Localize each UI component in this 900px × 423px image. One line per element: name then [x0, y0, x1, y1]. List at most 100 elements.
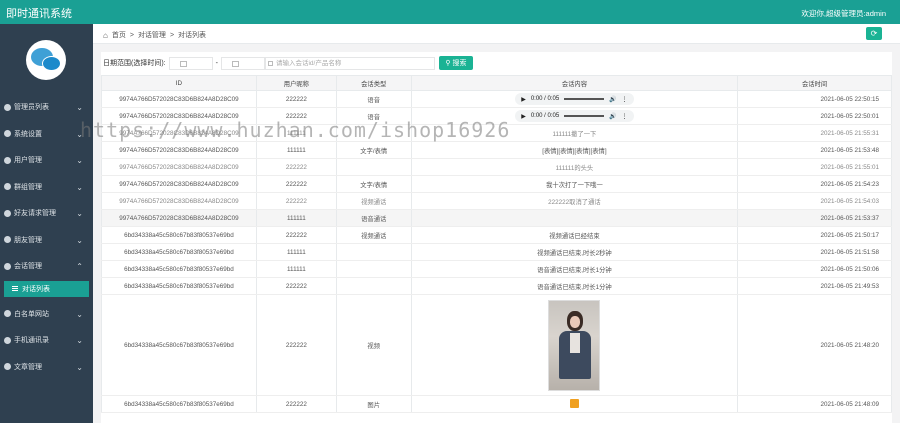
col-header-time[interactable]: 会话时间 [737, 75, 892, 91]
sidebar-item-label: 会话管理 [14, 263, 42, 271]
table-row[interactable]: 6bd34338a45c580c67b83f80537e69bd 222222 图片… [101, 395, 892, 413]
chevron-down-icon: ⌄ [76, 362, 83, 372]
col-header-type[interactable]: 会话类型 [335, 75, 412, 91]
cell-content-wrap: 111111的头头 [410, 158, 739, 176]
table-row[interactable]: 6bd34338a45c580c67b83f80537e69bd 222222 语音… [101, 277, 892, 295]
col-header-id[interactable]: ID [101, 75, 257, 91]
cell-type: 视频 [335, 294, 412, 396]
table-row[interactable]: 6bd34338a45c580c67b83f80537e69bd 222222 视频… [101, 226, 892, 244]
video-thumbnail[interactable] [548, 299, 601, 391]
chevron-down-icon: ⌄ [76, 103, 83, 112]
sidebar-item-articles[interactable]: 文章管理 ⌄ [0, 354, 93, 381]
sidebar-item-whitelist-sites[interactable]: 白名单网站 ⌄ [0, 301, 93, 328]
cell-content: [表情][表情][表情][表情] [542, 147, 607, 155]
table-row[interactable]: 9974A766D572028C83D6B824A8D28C09 111111 文字… [101, 141, 892, 159]
audio-progress[interactable] [564, 115, 605, 117]
sidebar-item-friend-requests[interactable]: 好友请求管理 ⌄ [0, 200, 93, 227]
volume-icon[interactable]: 🔊 [609, 96, 616, 103]
table-row[interactable]: 6bd34338a45c580c67b83f80537e69bd 111111 视频… [101, 243, 892, 261]
sidebar-item-group-management[interactable]: 群组管理 ⌄ [0, 174, 93, 201]
sidebar-menu: 管理员列表 ⌄ 系统设置 ⌄ 用户管理 ⌄ 群组管理 ⌄ 好友请求管理 ⌄ 朋友管理 ⌄ 会… [0, 94, 93, 380]
cell-type [335, 158, 412, 176]
table-row[interactable]: 9974A766D572028C83D6B824A8D28C09 222222 视频… [101, 192, 892, 210]
more-options-icon[interactable]: ⋮ [622, 96, 628, 103]
cell-time: 2021-06-05 22:50:01 [737, 107, 892, 125]
table-row[interactable]: 6bd34338a45c580c67b83f80537e69bd 111111 语音… [101, 260, 892, 278]
list-icon [4, 209, 11, 217]
top-bar: 即时通讯系统 欢迎你,超级管理员:admin [0, 0, 900, 24]
audio-player[interactable]: ▶ 0:00 / 0:05 🔊 ⋮ [515, 93, 634, 105]
cell-content: 语音通话已结束,时长1分钟 [537, 283, 612, 291]
breadcrumb-home[interactable]: 首页 [112, 30, 126, 40]
cell-id: 9974A766D572028C83D6B824A8D28C09 [101, 141, 257, 159]
cell-content-wrap: [表情][表情][表情][表情] [410, 141, 739, 159]
breadcrumb-bar: ⌂ 首页 > 对话管理 > 对话列表 ⟳ [93, 24, 900, 44]
cell-nickname: 111111 [255, 260, 337, 278]
cell-id: 9974A766D572028C83D6B824A8D28C09 [101, 107, 257, 125]
table-row[interactable]: 6bd34338a45c580c67b83f80537e69bd 222222 视频… [101, 294, 892, 396]
table-row[interactable]: 9974A766D572028C83D6B824A8D28C09 222222 11… [101, 158, 892, 176]
welcome-text[interactable]: 欢迎你,超级管理员:admin [801, 8, 886, 19]
cell-id: 9974A766D572028C83D6B824A8D28C09 [101, 175, 257, 193]
cell-id: 6bd34338a45c580c67b83f80537e69bd [101, 277, 257, 295]
cell-id: 6bd34338a45c580c67b83f80537e69bd [101, 395, 257, 413]
search-button[interactable]: ⚲ 搜索 [438, 56, 473, 70]
volume-icon[interactable]: 🔊 [609, 113, 616, 120]
more-options-icon[interactable]: ⋮ [622, 113, 628, 120]
table-row[interactable]: 9974A766D572028C83D6B824A8D28C09 222222 语音… [101, 90, 892, 108]
play-icon[interactable]: ▶ [521, 113, 526, 120]
cell-id: 6bd34338a45c580c67b83f80537e69bd [101, 294, 257, 396]
col-header-nickname[interactable]: 用户昵称 [255, 75, 337, 91]
sidebar-item-user-management[interactable]: 用户管理 ⌄ [0, 147, 93, 174]
cell-content-wrap: 视频通话已经结束 [410, 226, 739, 244]
chevron-up-icon: ⌃ [76, 262, 83, 271]
breadcrumb-level1[interactable]: 对话管理 [138, 30, 166, 40]
table-row[interactable]: 9974A766D572028C83D6B824A8D28C09 222222 语音… [101, 107, 892, 125]
cell-content-wrap [410, 294, 739, 396]
refresh-button[interactable]: ⟳ [866, 27, 882, 40]
cell-type: 视频通话 [335, 226, 412, 244]
table-row[interactable]: 9974A766D572028C83D6B824A8D28C09 111111 11… [101, 124, 892, 142]
audio-progress[interactable] [564, 98, 605, 100]
sidebar-item-admin-list[interactable]: 管理员列表 ⌄ [0, 94, 93, 121]
cell-content: 视频通话已经结束 [549, 232, 600, 240]
cell-time: 2021-06-05 22:50:15 [737, 90, 892, 108]
start-date-input[interactable] [168, 56, 213, 70]
cell-time: 2021-06-05 21:51:58 [737, 243, 892, 261]
breadcrumb-level2: 对话列表 [178, 32, 207, 39]
main-content: 日期范围(选择时间): - 请输入会话id/产品名称 ⚲ 搜索 ID 用户昵称 会… [93, 44, 900, 423]
cell-nickname: 222222 [255, 90, 337, 108]
audio-player[interactable]: ▶ 0:00 / 0:05 🔊 ⋮ [515, 110, 634, 122]
keyword-placeholder: 请输入会话id/产品名称 [275, 59, 342, 67]
cell-type [335, 124, 412, 142]
cell-type: 视频通话 [335, 192, 412, 210]
keyword-search-input[interactable]: 请输入会话id/产品名称 [264, 56, 435, 70]
cell-content-wrap: 视频通话已结束,时长2秒钟 [410, 243, 739, 261]
table-row[interactable]: 9974A766D572028C83D6B824A8D28C09 222222 文字… [101, 175, 892, 193]
cell-content-wrap: 语音通话已结束,时长1分钟 [410, 277, 739, 295]
table-header-row: ID 用户昵称 会话类型 会话内容 会话时间 [101, 75, 892, 91]
col-header-content[interactable]: 会话内容 [410, 75, 739, 91]
sidebar-item-contacts[interactable]: 手机通讯录 ⌄ [0, 327, 93, 354]
sidebar-item-system-settings[interactable]: 系统设置 ⌄ [0, 121, 93, 148]
table-row[interactable]: 9974A766D572028C83D6B824A8D28C09 111111 语音… [101, 209, 892, 227]
play-icon[interactable]: ▶ [521, 96, 526, 103]
conversation-table: ID 用户昵称 会话类型 会话内容 会话时间 9974A766D572028C8… [101, 75, 892, 413]
sidebar-item-friends[interactable]: 朋友管理 ⌄ [0, 227, 93, 254]
search-button-label: 搜索 [452, 60, 467, 67]
sidebar-item-session-management[interactable]: 会话管理 ⌃ [0, 253, 93, 280]
cell-time: 2021-06-05 21:48:20 [737, 294, 892, 396]
end-date-input[interactable] [220, 56, 265, 70]
sidebar-subitem-conversation-list[interactable]: 对话列表 [4, 280, 89, 297]
calendar-icon [231, 60, 239, 67]
date-range-label: 日期范围(选择时间): [103, 60, 166, 67]
image-icon[interactable] [569, 398, 579, 408]
cell-content: 111111撤了一下 [552, 130, 597, 138]
cell-content: 222222取消了通话 [548, 198, 601, 206]
cell-content-wrap: 222222取消了通话 [410, 192, 739, 210]
cell-id: 9974A766D572028C83D6B824A8D28C09 [101, 124, 257, 142]
breadcrumb-separator: > [129, 31, 134, 39]
cell-id: 9974A766D572028C83D6B824A8D28C09 [101, 90, 257, 108]
sidebar-item-label: 用户管理 [14, 157, 42, 165]
chat-icon [4, 262, 11, 270]
